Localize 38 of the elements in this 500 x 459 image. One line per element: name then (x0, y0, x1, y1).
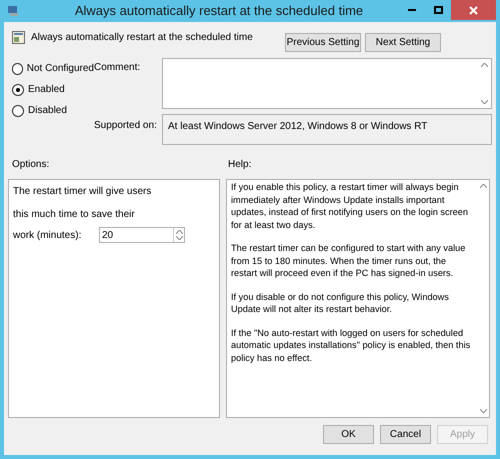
radio-button[interactable] (12, 62, 23, 74)
scroll-down-icon[interactable] (481, 100, 488, 104)
comment-label: Comment: (94, 61, 142, 75)
dialog-button[interactable]: Cancel (380, 425, 431, 444)
dialog-button[interactable]: Next Setting (365, 33, 441, 52)
policy-title: Always automatically restart at the scheduled time (31, 31, 254, 45)
option-text: The restart timer will give users (13, 185, 152, 199)
help-label: Help: (228, 158, 252, 171)
dialog-button[interactable]: Previous Setting (285, 33, 361, 52)
help-paragraph: If the "No auto-restart with logged on users for scheduled automatic updates installations" policy is enabled, then this policy has no effect. (231, 326, 472, 364)
minutes-spinbox[interactable]: 20 (99, 227, 185, 243)
radio-label: Enabled (28, 83, 65, 97)
dialog-button[interactable]: OK (323, 425, 374, 444)
radio-label: Not Configured (26, 62, 94, 76)
maximize-icon (434, 6, 442, 14)
scroll-down-icon[interactable] (176, 236, 182, 240)
app-icon (7, 5, 19, 17)
radio-label: Disabled (28, 104, 67, 118)
close-icon (469, 6, 478, 14)
scroll-up-icon[interactable] (176, 230, 182, 234)
help-paragraph: If you disable or do not configure this policy, Windows Update will not alter its restart behavior. (231, 290, 450, 316)
close-button[interactable] (451, 0, 496, 20)
supported-on-box: At least Windows Server 2012, Windows 8 or Windows RT (162, 114, 492, 145)
radio-button[interactable] (12, 104, 24, 116)
scroll-up-icon[interactable] (481, 63, 488, 67)
help-paragraph: If you enable this policy, a restart timer will always begin immediately after Windows Update installs important updates, instead of first notifying users on the login screen for at least two days. (231, 181, 469, 231)
comment-field[interactable] (162, 58, 492, 109)
policy-icon (12, 31, 25, 44)
minutes-label: work (minutes): (13, 228, 82, 242)
supported-label: Supported on: (94, 119, 158, 133)
option-text: this much time to save their (13, 208, 136, 222)
options-label: Options: (11, 158, 50, 171)
help-paragraph: The restart timer can be configured to start with any value from 15 to 180 minutes. When the timer runs out, the restart will proceed even if the PC has signed-in users. (231, 242, 466, 280)
scroll-down-icon[interactable] (480, 409, 486, 413)
scroll-up-icon[interactable] (480, 184, 486, 188)
radio-button[interactable] (12, 84, 24, 96)
minimize-icon (408, 9, 416, 11)
window-title: Always automatically restart at the scheduled time (74, 2, 364, 20)
